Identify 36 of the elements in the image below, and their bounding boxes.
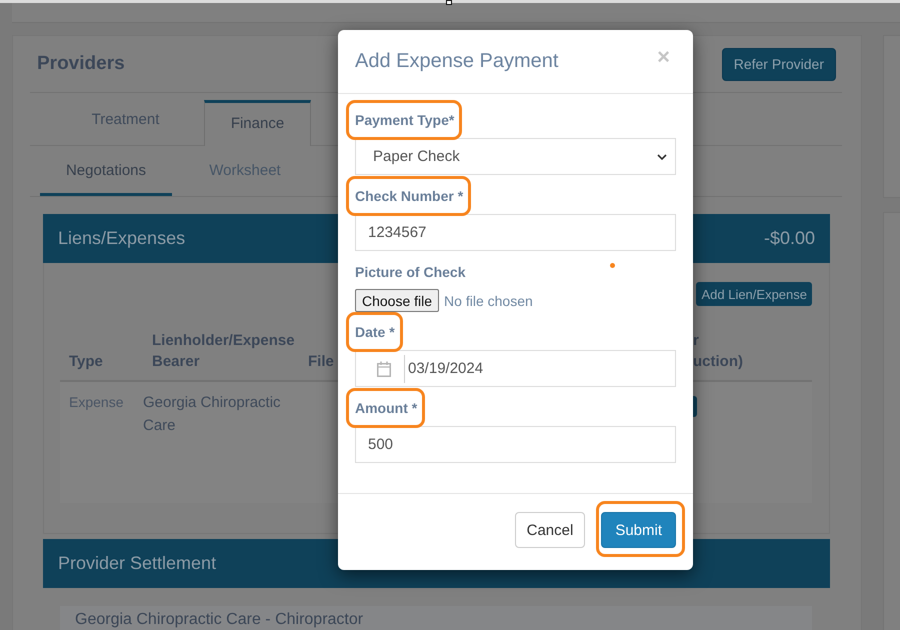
field-label: Payment Type* bbox=[355, 111, 454, 130]
field-label: Date * bbox=[355, 323, 395, 342]
file-status: No file chosen bbox=[444, 292, 533, 308]
tab[interactable]: Treatment bbox=[47, 93, 204, 145]
column-header: Type bbox=[69, 352, 103, 372]
submit-button[interactable]: Submit bbox=[601, 512, 676, 548]
calendar-icon bbox=[377, 360, 391, 376]
modal-title: Add Expense Payment bbox=[355, 50, 558, 73]
column-header: Lienholder/Expense Bearer bbox=[152, 331, 295, 372]
select-value: Paper Check bbox=[373, 148, 460, 165]
choose-file-button[interactable]: Choose file bbox=[355, 289, 440, 312]
table-cell-text: Expense bbox=[69, 393, 124, 412]
total-amount: -$0.00 bbox=[764, 228, 815, 249]
field-label: Picture of Check bbox=[355, 263, 466, 282]
dot-icon bbox=[610, 263, 615, 268]
providers-title: Providers bbox=[37, 53, 125, 75]
section-title: Provider Settlement bbox=[58, 553, 216, 574]
date-field[interactable]: 03/19/2024 bbox=[355, 350, 676, 387]
column-header: r uction) bbox=[693, 331, 743, 372]
section-title: Liens/Expenses bbox=[58, 228, 186, 249]
date-value: 03/19/2024 bbox=[408, 360, 484, 377]
refer-provider-button[interactable]: Refer Provider bbox=[722, 48, 836, 80]
chevron-down-icon bbox=[657, 154, 667, 160]
tab[interactable]: Finance bbox=[204, 100, 311, 146]
payment-type-select[interactable]: Paper Check bbox=[355, 138, 676, 175]
table-cell-text: Georgia Chiropractic Care bbox=[143, 393, 282, 436]
field-label: Check Number * bbox=[355, 187, 464, 206]
sub-tab[interactable]: Negotations bbox=[40, 146, 172, 196]
provider-name: Georgia Chiropractic Care - Chiropractor bbox=[75, 611, 364, 628]
field-label: Amount * bbox=[355, 399, 418, 418]
mouse-cursor-icon bbox=[446, 0, 452, 5]
cancel-button[interactable]: Cancel bbox=[514, 512, 586, 548]
add-lien-button[interactable]: Add Lien/Expense bbox=[696, 282, 812, 306]
column-header: File bbox=[308, 352, 334, 372]
input-field[interactable]: 500 bbox=[355, 426, 676, 463]
input-field[interactable]: 1234567 bbox=[355, 214, 676, 251]
